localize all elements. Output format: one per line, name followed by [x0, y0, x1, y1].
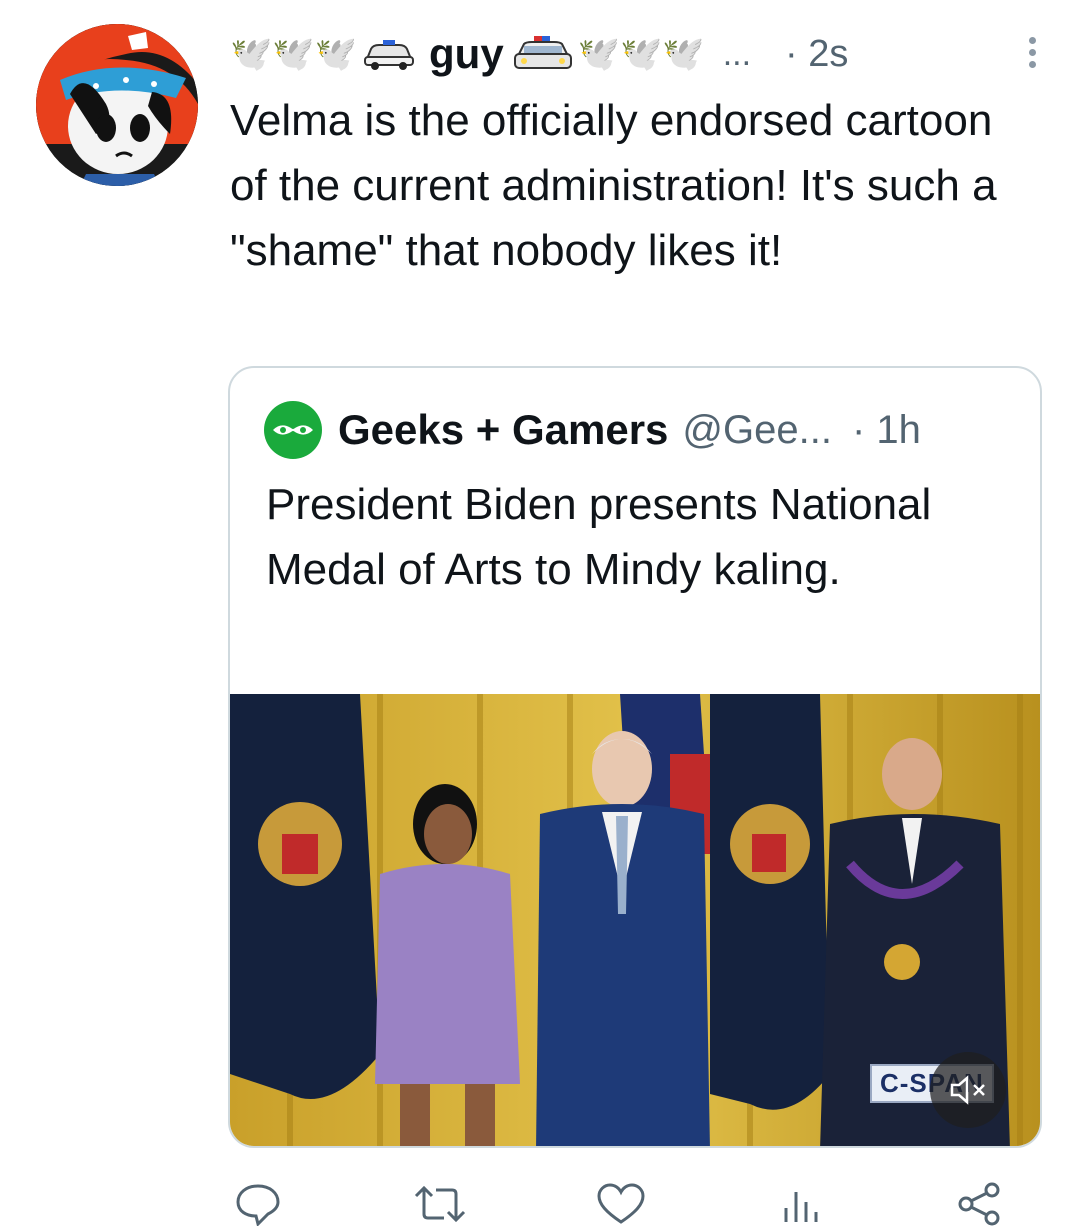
heart-icon[interactable] — [596, 1182, 646, 1226]
display-name[interactable]: guy — [429, 30, 504, 78]
timestamp[interactable]: · 2s — [785, 33, 848, 76]
share-icon[interactable] — [956, 1182, 1004, 1226]
more-options-icon[interactable] — [1024, 32, 1040, 76]
name-overflow: ... — [722, 34, 752, 73]
quote-header: Geeks + Gamers @Gee... · 1h — [264, 400, 921, 460]
tweet-text: Velma is the officially endorsed cartoon… — [230, 96, 997, 275]
police-car-icon — [364, 40, 415, 70]
quote-handle[interactable]: @Gee... — [682, 408, 832, 453]
quote-text: President Biden presents National Medal … — [266, 480, 932, 594]
tweet-header: 🕊️🕊️🕊️ guy 🕊️🕊️🕊️ ... · 2s — [230, 22, 1040, 86]
quote-tweet[interactable]: Geeks + Gamers @Gee... · 1h President Bi… — [228, 366, 1042, 1148]
quote-avatar[interactable] — [264, 401, 322, 459]
speaker-muted-icon — [950, 1075, 985, 1105]
views-icon[interactable] — [780, 1182, 820, 1226]
avatar-image — [36, 24, 198, 186]
reply-icon[interactable] — [234, 1182, 282, 1226]
quote-display-name[interactable]: Geeks + Gamers — [338, 406, 668, 454]
police-car-front-icon — [513, 36, 572, 69]
dove-emojis: 🕊️🕊️🕊️ — [577, 35, 705, 73]
avatar[interactable] — [36, 24, 198, 186]
quote-timestamp[interactable]: · 1h — [852, 408, 921, 453]
quote-video[interactable]: C-SPAN — [230, 694, 1040, 1146]
mute-button[interactable] — [930, 1052, 1006, 1128]
action-bar — [230, 1172, 1030, 1232]
retweet-icon[interactable] — [414, 1182, 466, 1226]
mask-logo-icon — [273, 425, 313, 435]
dove-emojis: 🕊️🕊️🕊️ — [230, 35, 358, 73]
